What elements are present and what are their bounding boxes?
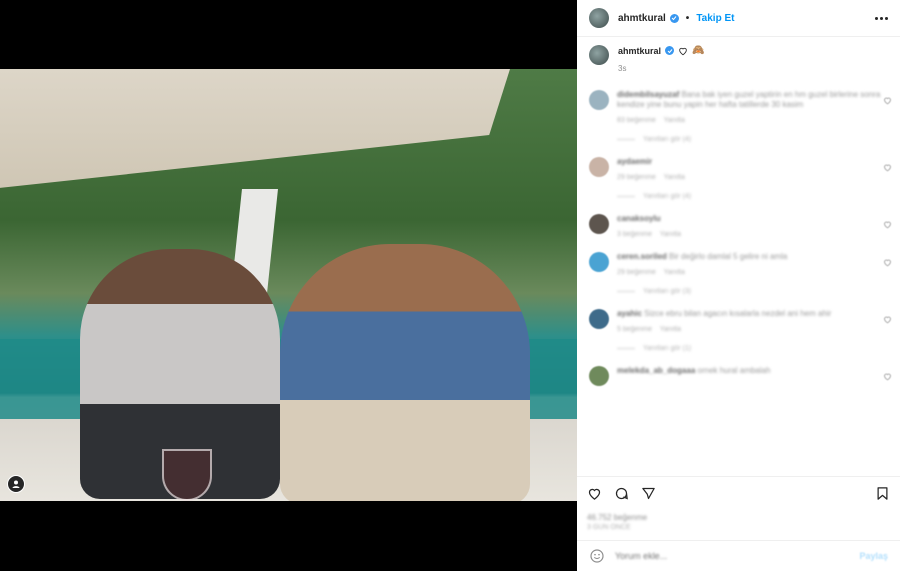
commenter-avatar[interactable] bbox=[589, 252, 609, 272]
post-header: ahmtkural • Takip Et bbox=[577, 0, 900, 37]
comment-text: ayahic Sizce ebru bilan agacın kısalarla… bbox=[617, 309, 832, 318]
comment-like-icon[interactable] bbox=[883, 220, 892, 229]
comment-item: canaksoylu 3 beğenme Yanıtla bbox=[577, 214, 900, 238]
save-bookmark-icon[interactable] bbox=[875, 486, 890, 501]
share-send-icon[interactable] bbox=[641, 486, 656, 501]
comment-meta: 83 beğenme Yanıtla bbox=[617, 117, 685, 124]
comment-like-icon[interactable] bbox=[883, 258, 892, 267]
comment-text: ceren.soriled Bir değirlo damlal 5 gelir… bbox=[617, 252, 788, 261]
author-avatar[interactable] bbox=[589, 8, 609, 28]
verified-badge-icon bbox=[669, 13, 679, 23]
instagram-post-viewer: ahmtkural • Takip Et ahmtkural 🙈 3s dide… bbox=[0, 0, 900, 571]
comment-like-icon[interactable] bbox=[883, 315, 892, 324]
caption-author-avatar[interactable] bbox=[589, 45, 609, 65]
like-heart-icon[interactable] bbox=[587, 486, 602, 501]
wine-glass bbox=[162, 449, 212, 501]
comment-meta: 29 beğenme Yanıtla bbox=[617, 269, 685, 276]
post-date: 3 GÜN ÖNCE bbox=[587, 524, 631, 531]
comment-text: didembilsayuzaf Bana bak iyen guzel yapt… bbox=[617, 90, 881, 109]
comment-like-icon[interactable] bbox=[883, 372, 892, 381]
comment-input[interactable] bbox=[615, 551, 860, 561]
comment-bubble-icon[interactable] bbox=[614, 486, 629, 501]
commenter-avatar[interactable] bbox=[589, 309, 609, 329]
caption-username[interactable]: ahmtkural bbox=[618, 46, 661, 56]
separator-dot: • bbox=[685, 12, 690, 24]
view-replies-link[interactable]: Yanıtları gör (3) bbox=[617, 288, 888, 295]
view-replies-link[interactable]: Yanıtları gör (1) bbox=[617, 345, 888, 352]
likes-count[interactable]: 46.752 beğenme bbox=[587, 513, 890, 522]
comment-like-icon[interactable] bbox=[883, 163, 892, 172]
comment-meta: 3 beğenme Yanıtla bbox=[617, 231, 681, 238]
commenter-avatar[interactable] bbox=[589, 366, 609, 386]
comment-item: didembilsayuzaf Bana bak iyen guzel yapt… bbox=[577, 90, 900, 143]
comment-item: melekda_ab_dogaaa ornek hural ambalah bbox=[577, 366, 900, 386]
woman-figure bbox=[280, 244, 530, 501]
caption-heart-icon bbox=[679, 47, 687, 55]
comment-item: ceren.soriled Bir değirlo damlal 5 gelir… bbox=[577, 252, 900, 295]
caption-time: 3s bbox=[618, 64, 627, 73]
emoji-icon[interactable] bbox=[589, 548, 605, 564]
boat-canopy bbox=[0, 69, 510, 189]
comment-meta: 29 beğenme Yanıtla bbox=[617, 174, 685, 181]
view-replies-link[interactable]: Yanıtları gör (4) bbox=[617, 136, 888, 143]
follow-button[interactable]: Takip Et bbox=[696, 13, 734, 24]
add-comment-bar: Paylaş bbox=[577, 540, 900, 571]
commenter-avatar[interactable] bbox=[589, 157, 609, 177]
comment-text: melekda_ab_dogaaa ornek hural ambalah bbox=[617, 366, 771, 375]
comment-text: canaksoylu bbox=[617, 214, 661, 223]
post-caption: ahmtkural 🙈 3s bbox=[589, 45, 704, 73]
more-options-icon[interactable] bbox=[875, 16, 888, 20]
comment-item: ayahic Sizce ebru bilan agacın kısalarla… bbox=[577, 309, 900, 352]
commenter-avatar[interactable] bbox=[589, 214, 609, 234]
comment-text: aydaemir bbox=[617, 157, 653, 166]
post-actions: 46.752 beğenme 3 GÜN ÖNCE bbox=[577, 476, 900, 531]
post-side-panel: ahmtkural • Takip Et ahmtkural 🙈 3s dide… bbox=[577, 0, 900, 571]
comment-like-icon[interactable] bbox=[883, 96, 892, 105]
post-photo[interactable] bbox=[0, 69, 577, 501]
commenter-avatar[interactable] bbox=[589, 90, 609, 110]
comments-list: didembilsayuzaf Bana bak iyen guzel yapt… bbox=[577, 85, 900, 475]
comment-meta: 5 beğenme Yanıtla bbox=[617, 326, 681, 333]
post-comment-button[interactable]: Paylaş bbox=[859, 551, 888, 561]
tagged-users-icon[interactable] bbox=[7, 475, 25, 493]
comment-item: aydaemir 29 beğenme Yanıtla Yanıtları gö… bbox=[577, 157, 900, 200]
author-username[interactable]: ahmtkural bbox=[618, 13, 666, 24]
author-username-row: ahmtkural • Takip Et bbox=[618, 13, 734, 24]
caption-verified-badge-icon bbox=[665, 46, 675, 55]
post-media-area bbox=[0, 0, 577, 571]
caption-monkey-emoji: 🙈 bbox=[692, 45, 705, 56]
view-replies-link[interactable]: Yanıtları gör (4) bbox=[617, 193, 888, 200]
